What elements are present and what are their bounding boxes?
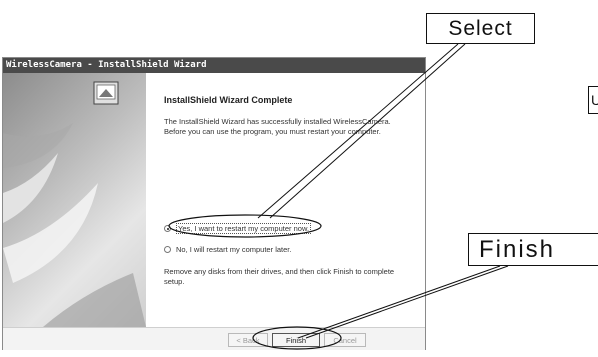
radio-restart-later[interactable]: No, I will restart my computer later.	[164, 245, 291, 254]
radio-restart-now[interactable]: Yes, I want to restart my computer now.	[164, 223, 312, 234]
decorative-waves-graphic	[3, 123, 146, 327]
wizard-button-bar: < Back Finish Cancel	[3, 327, 425, 350]
cancel-button[interactable]: Cancel	[324, 333, 366, 347]
back-button[interactable]: < Back	[228, 333, 268, 347]
wizard-side-graphic	[3, 73, 146, 327]
select-callout-label: Select	[426, 13, 535, 44]
window-titlebar: WirelessCamera - InstallShield Wizard	[3, 58, 425, 73]
installer-icon	[93, 81, 119, 105]
radio-restart-later-label: No, I will restart my computer later.	[176, 245, 292, 254]
wizard-description: The InstallShield Wizard has successfull…	[164, 117, 391, 136]
wizard-heading: InstallShield Wizard Complete	[164, 95, 293, 105]
finish-callout-label: Finish	[468, 233, 598, 266]
wizard-footer-note: Remove any disks from their drives, and …	[164, 267, 395, 286]
wizard-content: InstallShield Wizard Complete The Instal…	[93, 73, 425, 327]
installshield-wizard-window: WirelessCamera - InstallShield Wizard In…	[2, 57, 426, 350]
radio-unselected-icon[interactable]	[164, 246, 171, 253]
radio-restart-now-label: Yes, I want to restart my computer now.	[176, 223, 312, 234]
finish-button[interactable]: Finish	[272, 333, 320, 347]
partial-callout-label: U	[588, 86, 598, 114]
radio-selected-icon[interactable]	[164, 225, 171, 232]
window-title: WirelessCamera - InstallShield Wizard	[6, 60, 207, 70]
